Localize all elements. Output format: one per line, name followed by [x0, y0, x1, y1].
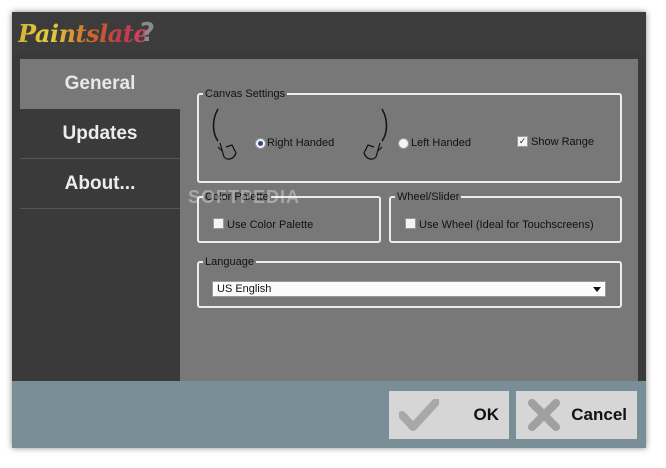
show-range-label: Show Range [531, 136, 594, 148]
use-color-palette-checkbox[interactable] [213, 218, 224, 229]
left-hand-stylus-icon [363, 108, 388, 160]
left-handed-radio[interactable] [398, 138, 409, 149]
chevron-down-icon[interactable] [593, 287, 601, 292]
app-logo: Paintslate [18, 19, 149, 48]
footer-bar: OK Cancel [12, 381, 646, 448]
right-handed-radio[interactable] [255, 138, 266, 149]
title-bar: Paintslate ? [12, 12, 646, 54]
language-legend: Language [205, 256, 254, 268]
wheel-slider-group: Wheel/Slider [389, 191, 622, 243]
content-area: General Updates About... Canvas Settings… [20, 59, 638, 381]
watermark: SOFTPEDIA [188, 187, 301, 207]
ok-label: OK [473, 405, 500, 424]
checkmark-icon [399, 399, 439, 431]
cancel-button[interactable]: Cancel [516, 391, 637, 439]
language-select-value: US English [217, 283, 272, 295]
settings-window: Paintslate ? General Updates About... Ca… [12, 12, 646, 448]
tab-about[interactable]: About... [20, 159, 180, 209]
ok-button[interactable]: OK [389, 391, 509, 439]
help-icon[interactable]: ? [140, 18, 155, 48]
canvas-settings-legend: Canvas Settings [205, 88, 286, 100]
right-handed-label: Right Handed [267, 137, 335, 149]
general-panel: Canvas Settings Right Handed Left Handed… [180, 59, 638, 381]
tab-list: General Updates About... [20, 59, 180, 381]
cross-icon [528, 399, 560, 431]
wheel-slider-legend: Wheel/Slider [397, 191, 460, 203]
language-select[interactable]: US English [212, 281, 606, 297]
left-handed-label: Left Handed [411, 137, 471, 149]
tab-updates[interactable]: Updates [20, 109, 180, 159]
tab-general[interactable]: General [20, 59, 180, 109]
use-wheel-label: Use Wheel (Ideal for Touchscreens) [419, 219, 594, 231]
use-wheel-checkbox[interactable] [405, 218, 416, 229]
cancel-label: Cancel [571, 405, 627, 424]
use-color-palette-label: Use Color Palette [227, 219, 314, 231]
show-range-checkbox[interactable]: ✓ [517, 136, 528, 147]
right-hand-stylus-icon [212, 108, 237, 160]
